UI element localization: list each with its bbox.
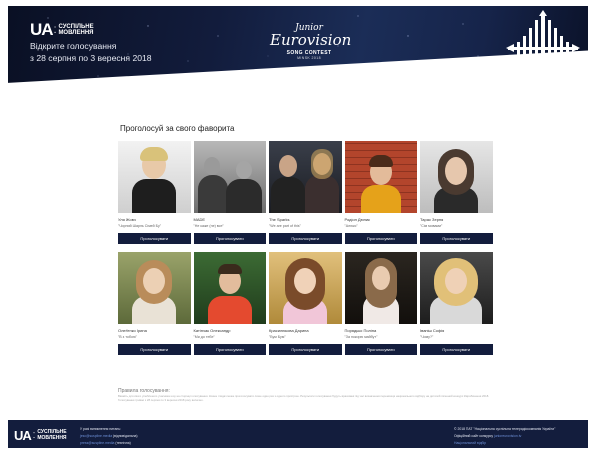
- contestant-card: Олеґенко Ірина "В з тобою" Проголосувати: [118, 252, 191, 355]
- contestant-name: Олеґенко Ірина: [118, 328, 147, 333]
- contestant-song: "Не каже (не) все": [193, 224, 224, 228]
- contact-email-link[interactable]: jesc@suspilne.media: [80, 434, 112, 438]
- contestant-song: "В з тобою": [118, 335, 137, 339]
- section-title: Проголосуй за свого фаворита: [120, 124, 235, 133]
- contestant-card: Порядько Поліна "За покорю майбут" Прого…: [344, 252, 417, 355]
- contestant-song: "Чому?": [420, 335, 434, 339]
- vote-button[interactable]: Проголосувати: [344, 344, 417, 355]
- contestant-song: "We are part of this": [269, 224, 301, 228]
- contestant-card: The Sparks "We are part of this" Проголо…: [269, 141, 342, 244]
- page: UA ⁚ СУСПІЛЬНЕ МОВЛЕННЯ Відкрите голосув…: [8, 6, 588, 448]
- contestant-song: "Алюкс": [344, 224, 358, 228]
- contestant-photo[interactable]: [118, 141, 191, 213]
- footer: UA ⁚ СУСПІЛЬНЕ МОВЛЕННЯ У разі виникненн…: [8, 420, 588, 448]
- contestant-song: "Чорний Шарль Сімей Бу": [118, 224, 162, 228]
- footer-logo[interactable]: UA ⁚ СУСПІЛЬНЕ МОВЛЕННЯ: [14, 428, 67, 443]
- vote-button[interactable]: Проголосувати: [193, 344, 266, 355]
- contestant-card: MADE "Не каже (не) все" Проголосувати: [193, 141, 266, 244]
- contestant-song: "Сім мовами": [420, 224, 443, 228]
- contestant-song: "Бум Бум": [269, 335, 286, 339]
- footer-logo-dots-icon: ⁚: [32, 431, 36, 440]
- vote-button[interactable]: Проголосувати: [344, 233, 417, 244]
- logo-line2: МОВЛЕННЯ: [58, 30, 94, 36]
- contestant-photo[interactable]: [344, 141, 417, 213]
- logo-ua-text: UA: [30, 20, 54, 39]
- snowflake-emblem-icon: [506, 10, 580, 90]
- contestant-song: "Ми до тебе": [193, 335, 215, 339]
- contestant-song: "За покорю майбут": [344, 335, 378, 339]
- contacts-title: У разі виникнення питань:: [80, 427, 122, 431]
- contestant-name: Порядько Поліна: [344, 328, 377, 333]
- jesc-eurovision: Eurovision: [270, 31, 352, 49]
- contestant-name: Тарас Зерня: [420, 217, 444, 222]
- contestant-name: The Sparks: [269, 217, 290, 222]
- contestant-photo[interactable]: [344, 252, 417, 324]
- footer-logo-ua: UA: [14, 428, 32, 443]
- official-site-line: Офіційний сайт конкурсу junioreurovision…: [454, 433, 555, 440]
- vote-button[interactable]: Проголосувати: [118, 233, 191, 244]
- contact-email-link[interactable]: press@suspilne.media: [80, 441, 114, 445]
- voting-period: Відкрите голосування з 28 серпня по 3 ве…: [30, 41, 152, 64]
- vote-button[interactable]: Проголосувати: [193, 233, 266, 244]
- official-site-label: Офіційний сайт конкурсу: [454, 434, 494, 438]
- contestant-photo[interactable]: [193, 252, 266, 324]
- contestant-card: Тарас Зерня "Сім мовами" Проголосувати: [420, 141, 493, 244]
- vote-button[interactable]: Проголосувати: [420, 344, 493, 355]
- contestant-name: Красилюкова Дарина: [269, 328, 309, 333]
- contact-line: press@suspilne.media (технічна): [80, 440, 137, 447]
- contestant-card: Катінчак Олександр "Ми до тебе" Проголос…: [193, 252, 266, 355]
- contestant-photo[interactable]: [269, 252, 342, 324]
- logo-wordmark: СУСПІЛЬНЕ МОВЛЕННЯ: [58, 24, 93, 37]
- vote-button[interactable]: Проголосувати: [269, 344, 342, 355]
- vote-button[interactable]: Проголосувати: [269, 233, 342, 244]
- contact-line: jesc@suspilne.media (відповідальна): [80, 433, 137, 440]
- contestant-name: Уля Жовч: [118, 217, 136, 222]
- contestant-photo[interactable]: [118, 252, 191, 324]
- contestant-card: Красилюкова Дарина "Бум Бум" Проголосува…: [269, 252, 342, 355]
- logo-line1: СУСПІЛЬНЕ: [58, 23, 94, 30]
- contact-role: (технічна): [115, 441, 131, 445]
- contestant-card: Уля Жовч "Чорний Шарль Сімей Бу" Проголо…: [118, 141, 191, 244]
- copyright: © 2018 ПАТ "Національна суспільна телера…: [454, 427, 556, 431]
- contestants-row: Олеґенко Ірина "В з тобою" Проголосувати…: [118, 252, 494, 355]
- contestant-name: Родіон Дюник: [344, 217, 370, 222]
- contestant-card: Родіон Дюник "Алюкс" Проголосувати: [344, 141, 417, 244]
- vote-button[interactable]: Проголосувати: [420, 233, 493, 244]
- voting-period-dates: з 28 серпня по 3 вересня 2018: [30, 52, 152, 63]
- contestants-grid: Уля Жовч "Чорний Шарль Сімей Бу" Проголо…: [118, 141, 494, 363]
- contestant-photo[interactable]: [420, 252, 493, 324]
- contestant-photo[interactable]: [269, 141, 342, 213]
- header-banner: UA ⁚ СУСПІЛЬНЕ МОВЛЕННЯ Відкрите голосув…: [8, 6, 588, 126]
- footer-logo-line2: МОВЛЕННЯ: [37, 434, 67, 441]
- vote-button[interactable]: Проголосувати: [118, 344, 191, 355]
- footer-info: © 2018 ПАТ "Національна суспільна телера…: [454, 426, 555, 447]
- voting-period-title: Відкрите голосування: [30, 41, 117, 51]
- contestant-card: Іваніш Софія "Чому?" Проголосувати: [420, 252, 493, 355]
- footer-logo-wordmark: СУСПІЛЬНЕ МОВЛЕННЯ: [37, 429, 67, 441]
- contact-role: (відповідальна): [113, 434, 138, 438]
- junior-eurovision-logo: Junior Eurovision SONG CONTEST MINSK 201…: [270, 23, 352, 60]
- jesc-city: MINSK 2018: [297, 56, 321, 60]
- contestant-name: MADE: [193, 217, 206, 222]
- contestant-name: Катінчак Олександр: [193, 328, 231, 333]
- suspilne-logo[interactable]: UA ⁚ СУСПІЛЬНЕ МОВЛЕННЯ: [30, 20, 94, 40]
- footer-contacts: У разі виникнення питань: jesc@suspilne.…: [80, 426, 137, 447]
- rules-text: Вкажіть для свого улюбленого учасника шо…: [118, 394, 490, 402]
- voting-rules: Правила голосування: Вкажіть для свого у…: [118, 388, 494, 402]
- contestant-name: Іваніш Софія: [420, 328, 445, 333]
- contestants-row: Уля Жовч "Чорний Шарль Сімей Бу" Проголо…: [118, 141, 494, 244]
- contestant-photo[interactable]: [193, 141, 266, 213]
- contestant-photo[interactable]: [420, 141, 493, 213]
- logo-dots-icon: ⁚: [53, 24, 57, 35]
- national-selection-link[interactable]: Національний відбір: [454, 440, 555, 447]
- official-site-link[interactable]: junioreurovision.tv: [494, 434, 521, 438]
